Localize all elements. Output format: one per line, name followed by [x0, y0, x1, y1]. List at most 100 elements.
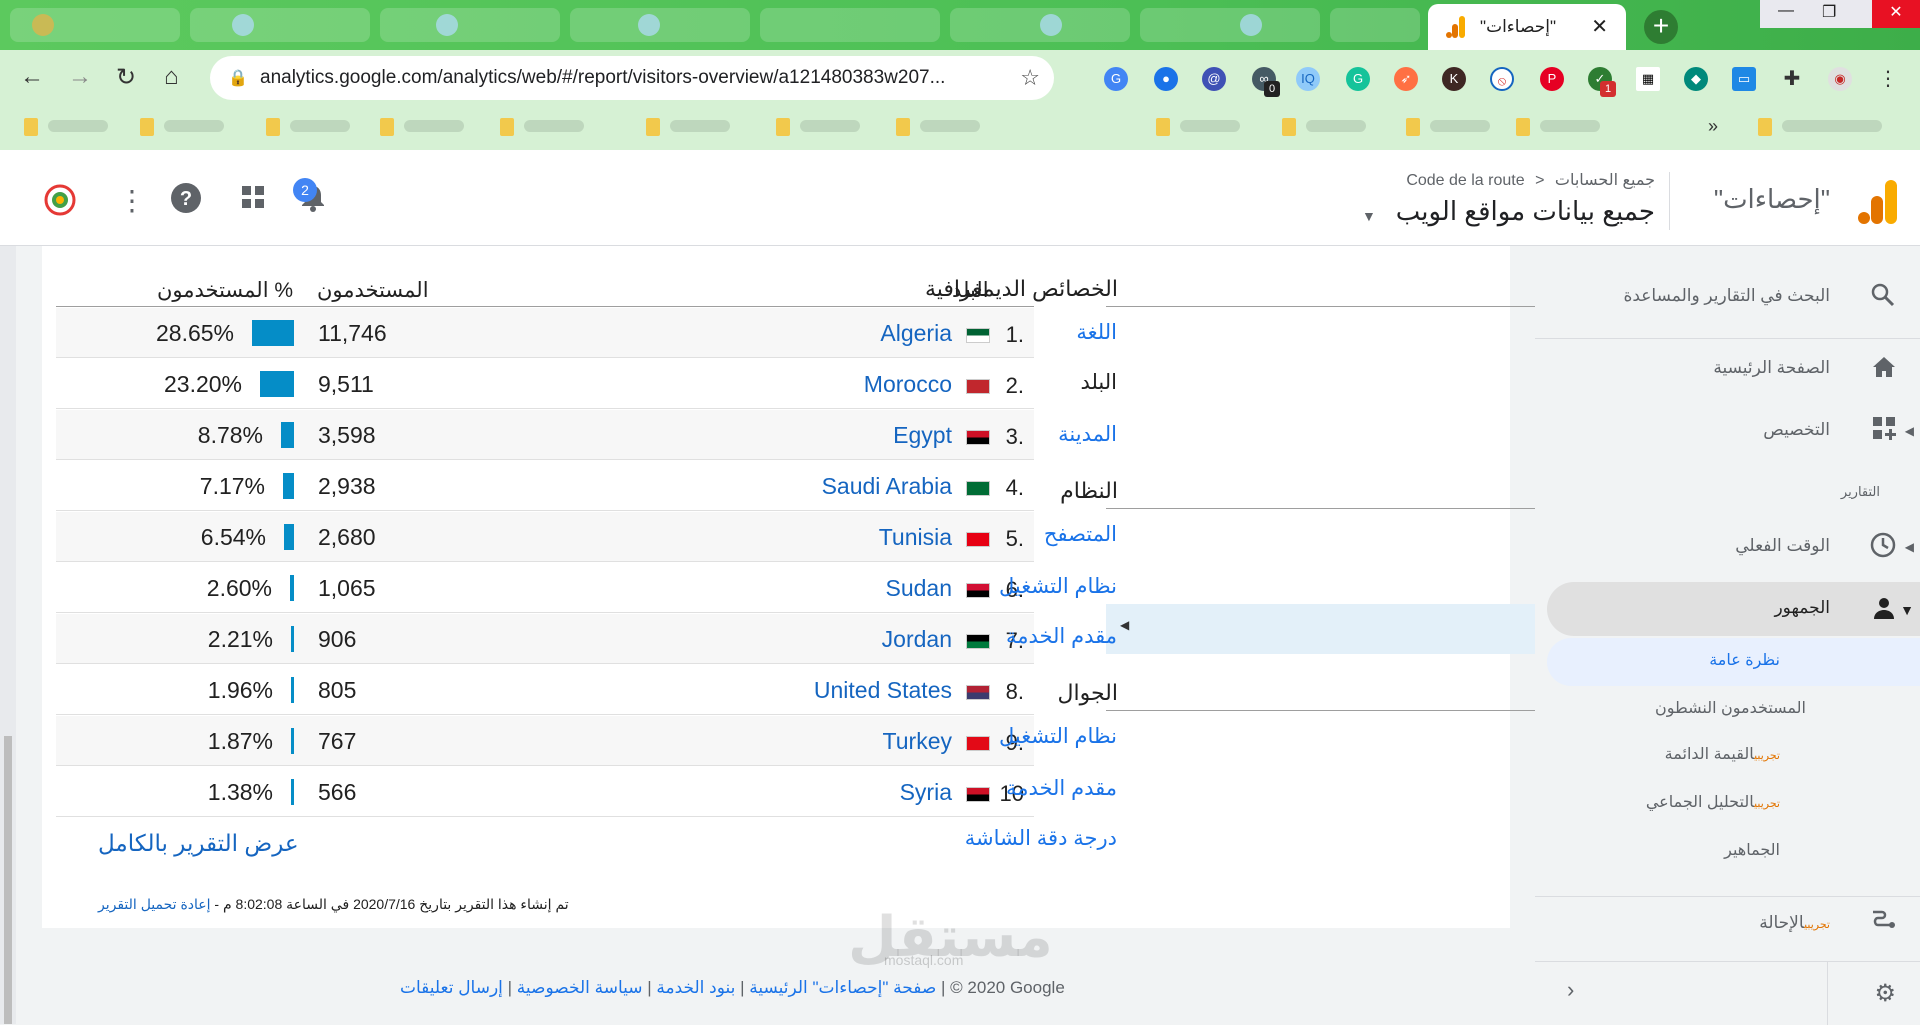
minimize-icon[interactable]: —: [1778, 2, 1794, 20]
home-icon[interactable]: ⌂: [164, 63, 179, 91]
close-tab-icon[interactable]: ✕: [1591, 14, 1608, 39]
country-link[interactable]: Tunisia: [879, 524, 952, 551]
dimension-mobile-os[interactable]: نظام التشغيل: [999, 724, 1117, 749]
bookmark-folder-icon[interactable]: [1282, 118, 1296, 136]
acquisition-icon[interactable]: [1870, 907, 1896, 940]
reload-report-link[interactable]: إعادة تحميل التقرير: [98, 896, 211, 912]
more-vert-icon[interactable]: ⋮: [118, 184, 146, 217]
dimension-browser[interactable]: المتصفح: [1044, 522, 1117, 547]
country-link[interactable]: Syria: [900, 779, 952, 806]
footer-terms-link[interactable]: بنود الخدمة: [656, 978, 735, 997]
dimension-screen-resolution[interactable]: درجة دقة الشاشة: [965, 826, 1117, 851]
extension-icon[interactable]: ●: [1154, 67, 1178, 91]
sidebar-item-cohort[interactable]: تجريبيالتحليل الجماعي: [1646, 792, 1780, 812]
browser-tab[interactable]: [570, 8, 750, 42]
column-header-users[interactable]: المستخدمون: [317, 278, 429, 303]
caret-left-icon[interactable]: ◀: [1905, 540, 1914, 554]
grammarly-extension-icon[interactable]: G: [1346, 67, 1370, 91]
analytics-logo-icon[interactable]: [1858, 180, 1898, 224]
gear-icon[interactable]: ⚙: [1874, 979, 1896, 1008]
account-logo[interactable]: [40, 180, 80, 220]
puzzle-extensions-icon[interactable]: ✚: [1780, 67, 1804, 91]
bookmark-star-icon[interactable]: ☆: [1020, 65, 1040, 91]
new-tab-button[interactable]: +: [1644, 10, 1678, 44]
sidebar-item-acquisition[interactable]: تجريبيالإحالة: [1759, 913, 1830, 933]
country-link[interactable]: United States: [814, 677, 952, 704]
address-bar[interactable]: 🔒 analytics.google.com/analytics/web/#/r…: [210, 56, 1054, 100]
translate-extension-icon[interactable]: G: [1104, 67, 1128, 91]
bookmark-folder-icon[interactable]: [1406, 118, 1420, 136]
caret-down-icon[interactable]: ▼: [1362, 208, 1376, 224]
breadcrumb-account[interactable]: Code de la route: [1406, 172, 1524, 189]
view-full-report-link[interactable]: عرض التقرير بالكامل: [98, 830, 299, 857]
bookmark-folder-icon[interactable]: [1516, 118, 1530, 136]
bookmark-folder-icon[interactable]: [140, 118, 154, 136]
sidebar-item-lifetime-value[interactable]: تجريبيالقيمة الدائمة: [1665, 744, 1780, 764]
clock-icon[interactable]: [1870, 532, 1896, 565]
bookmark-folder-icon[interactable]: [266, 118, 280, 136]
bookmark-folder-icon[interactable]: [896, 118, 910, 136]
dimension-country[interactable]: البلد: [1080, 370, 1117, 395]
extension-icon[interactable]: K: [1442, 67, 1466, 91]
bookmark-folder-icon[interactable]: [24, 118, 38, 136]
pinterest-extension-icon[interactable]: P: [1540, 67, 1564, 91]
apps-grid-icon[interactable]: [240, 184, 266, 217]
sidebar-item-audiences[interactable]: الجماهير: [1724, 840, 1780, 860]
expand-sidebar-icon[interactable]: ›: [1567, 977, 1574, 1003]
sidebar-item-customization[interactable]: التخصيص: [1763, 420, 1830, 440]
extension-icon[interactable]: ▭: [1732, 67, 1756, 91]
country-link[interactable]: Saudi Arabia: [822, 473, 952, 500]
help-icon[interactable]: ?: [170, 182, 202, 221]
dimension-service-provider[interactable]: مقدم الخدمة: [1006, 624, 1117, 649]
reload-icon[interactable]: ↻: [116, 63, 136, 92]
bookmarks-overflow-button[interactable]: »: [1708, 116, 1718, 137]
browser-tab[interactable]: [1140, 8, 1320, 42]
caret-down-icon[interactable]: ▼: [1900, 602, 1914, 618]
sidebar-item-active-users[interactable]: المستخدمون النشطون: [1655, 698, 1806, 718]
sidebar-item-realtime[interactable]: الوقت الفعلي: [1735, 536, 1830, 556]
search-icon[interactable]: [1870, 282, 1896, 315]
sidebar-item-home[interactable]: الصفحة الرئيسية: [1713, 358, 1830, 378]
restore-icon[interactable]: ❐: [1822, 2, 1836, 22]
close-window-icon[interactable]: ✕: [1872, 0, 1920, 28]
bookmark-folder-icon[interactable]: [1156, 118, 1170, 136]
country-link[interactable]: Sudan: [885, 575, 952, 602]
dimension-city[interactable]: المدينة: [1058, 422, 1117, 447]
dashboard-icon[interactable]: [1872, 416, 1896, 447]
country-link[interactable]: Morocco: [864, 371, 952, 398]
dimension-mobile-provider[interactable]: مقدم الخدمة: [1006, 776, 1117, 801]
lock-icon[interactable]: 🔒: [228, 68, 248, 88]
breadcrumb-all-accounts[interactable]: جميع الحسابات: [1555, 172, 1655, 189]
sidebar-item-audience[interactable]: [1547, 582, 1920, 636]
bookmark-folder-icon[interactable]: [646, 118, 660, 136]
caret-left-icon[interactable]: ◀: [1905, 424, 1914, 438]
column-header-users-percent[interactable]: % المستخدمون: [157, 278, 293, 303]
view-selector[interactable]: جميع بيانات مواقع الويب: [1396, 196, 1655, 227]
bookmark-folder-icon[interactable]: [1758, 118, 1772, 136]
browser-tab[interactable]: [380, 8, 560, 42]
country-link[interactable]: Turkey: [883, 728, 952, 755]
footer-home-link[interactable]: صفحة "إحصاءات" الرئيسية: [749, 978, 936, 997]
qr-extension-icon[interactable]: ▦: [1636, 67, 1660, 91]
search-reports-input[interactable]: البحث في التقارير والمساعدة: [1623, 286, 1830, 306]
email-extension-icon[interactable]: @: [1202, 67, 1226, 91]
footer-feedback-link[interactable]: إرسال تعليقات: [400, 978, 503, 997]
extension-icon[interactable]: ➶: [1394, 67, 1418, 91]
block-extension-icon[interactable]: ⦸: [1490, 67, 1514, 91]
chrome-menu-icon[interactable]: ⋮: [1876, 67, 1900, 91]
browser-tab[interactable]: [760, 8, 940, 42]
footer-privacy-link[interactable]: سياسة الخصوصية: [517, 978, 643, 997]
browser-tab[interactable]: [1330, 8, 1420, 42]
dimension-language[interactable]: اللغة: [1076, 320, 1117, 345]
forward-icon[interactable]: →: [68, 63, 92, 91]
bookmark-folder-icon[interactable]: [776, 118, 790, 136]
dimension-os[interactable]: نظام التشغيل: [999, 574, 1117, 599]
bookmark-folder-icon[interactable]: [380, 118, 394, 136]
home-icon[interactable]: [1872, 356, 1896, 385]
iq-extension-icon[interactable]: IQ: [1296, 67, 1320, 91]
scrollbar-thumb[interactable]: [4, 736, 12, 1024]
country-link[interactable]: Jordan: [882, 626, 952, 653]
profile-avatar[interactable]: ◉: [1828, 67, 1852, 91]
country-link[interactable]: Egypt: [893, 422, 952, 449]
country-link[interactable]: Algeria: [880, 320, 952, 347]
